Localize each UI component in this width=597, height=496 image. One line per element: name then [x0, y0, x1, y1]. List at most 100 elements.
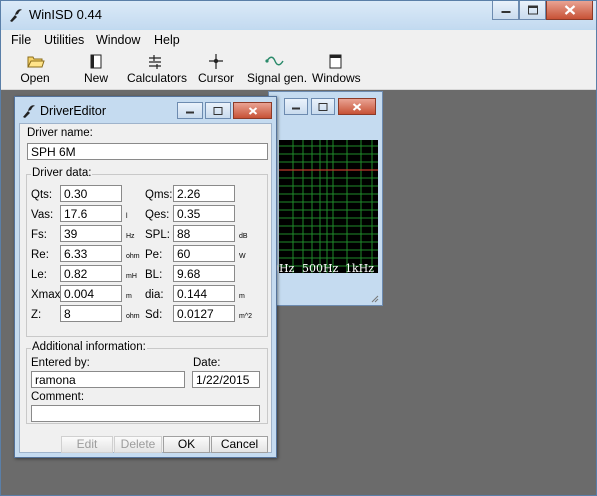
folder-open-icon: [27, 56, 45, 68]
close-icon: [248, 106, 257, 115]
spl-label: SPL:: [145, 229, 170, 241]
new-button[interactable]: New: [81, 53, 111, 88]
z-unit: ohm: [126, 313, 140, 320]
pe-unit: W: [239, 253, 246, 260]
xmax-label: Xmax:: [31, 289, 64, 301]
windows-button[interactable]: Windows: [312, 53, 361, 88]
xmax-field[interactable]: 0.004: [60, 285, 122, 302]
qms-label: Qms:: [145, 189, 173, 201]
driver-editor-title: DriverEditor: [40, 104, 106, 118]
z-label: Z:: [31, 309, 42, 321]
cancel-button[interactable]: Cancel: [211, 436, 268, 453]
chart-plot-area: [279, 140, 378, 273]
edit-button[interactable]: Edit: [61, 436, 113, 453]
windows-icon: [329, 54, 342, 69]
calculators-button[interactable]: Calculators: [127, 53, 188, 88]
close-icon: [564, 5, 575, 15]
fs-unit: Hz: [126, 233, 135, 240]
open-button[interactable]: Open: [19, 53, 51, 88]
chart-minimize-button[interactable]: [284, 98, 308, 115]
sd-unit: m^2: [239, 313, 253, 320]
driver-name-label: Driver name:: [27, 127, 93, 139]
bl-field[interactable]: 9.68: [173, 265, 235, 282]
pe-label: Pe:: [145, 249, 163, 261]
winisd-app-icon: [10, 9, 22, 22]
new-label: New: [83, 71, 108, 85]
winisd-app-icon: [23, 105, 35, 118]
editor-maximize-button[interactable]: [205, 102, 231, 119]
chart-status-strip: [269, 290, 382, 305]
sd-label: Sd:: [145, 309, 163, 321]
calculators-label: Calculators: [127, 71, 188, 85]
driver-name-field[interactable]: SPH 6M: [27, 143, 268, 160]
ok-button[interactable]: OK: [163, 436, 210, 453]
maximize-button[interactable]: [519, 1, 546, 20]
title-bar[interactable]: WinISD 0.44: [1, 1, 596, 29]
menu-utilities[interactable]: Utilities: [44, 33, 84, 47]
vas-unit: l: [126, 213, 128, 220]
spl-field[interactable]: 88: [173, 225, 235, 242]
maximize-icon: [318, 102, 328, 111]
date-label: Date:: [193, 357, 221, 369]
toolbar: Open New Calculators Cursor Signal gen. …: [1, 50, 596, 90]
dia-label: dia:: [145, 289, 164, 301]
spl-unit: dB: [239, 233, 248, 240]
z-field[interactable]: 8: [60, 305, 122, 322]
additional-info-group: Additional information: Entered by: ramo…: [26, 341, 268, 424]
dia-field[interactable]: 0.144: [173, 285, 235, 302]
date-field[interactable]: 1/22/2015: [192, 371, 260, 388]
signal-gen-label: Signal gen.: [247, 71, 308, 85]
close-button[interactable]: [546, 1, 593, 20]
restore-icon: [527, 5, 538, 15]
editor-minimize-button[interactable]: [177, 102, 203, 119]
comment-label: Comment:: [31, 391, 85, 403]
qes-label: Qes:: [145, 209, 170, 221]
bl-label: BL:: [145, 269, 163, 281]
comment-field[interactable]: [31, 405, 260, 422]
close-icon: [352, 102, 362, 111]
qes-field[interactable]: 0.35: [173, 205, 235, 222]
signal-gen-button[interactable]: Signal gen.: [247, 53, 308, 88]
minimize-icon: [501, 11, 510, 13]
vas-field[interactable]: 17.6: [60, 205, 122, 222]
cursor-button[interactable]: Cursor: [197, 53, 235, 88]
signal-generator-icon: [265, 56, 284, 66]
vas-label: Vas:: [31, 209, 54, 221]
xmax-unit: m: [126, 293, 132, 300]
sd-field[interactable]: 0.0127: [173, 305, 235, 322]
entered-by-label: Entered by:: [31, 357, 90, 369]
le-unit: mH: [126, 273, 137, 280]
le-field[interactable]: 0.82: [60, 265, 122, 282]
le-label: Le:: [31, 269, 47, 281]
new-document-icon: [90, 54, 102, 69]
minimize-button[interactable]: [492, 1, 519, 20]
additional-info-label: Additional information:: [31, 341, 147, 353]
menu-file[interactable]: File: [11, 33, 31, 47]
menu-help[interactable]: Help: [154, 33, 180, 47]
driver-editor-body: Driver name: SPH 6M Driver data: Qts: 0.…: [19, 123, 272, 453]
fs-field[interactable]: 39: [60, 225, 122, 242]
driver-editor-window: DriverEditor Driver name: SPH 6M Driver …: [14, 96, 277, 458]
calculator-icon: [149, 55, 161, 69]
entered-by-field[interactable]: ramona: [31, 371, 185, 388]
chart-maximize-button[interactable]: [311, 98, 335, 115]
open-label: Open: [20, 71, 50, 85]
driver-data-group: Driver data: Qts: 0.30 Vas: 17.6 l Fs: 3…: [26, 167, 268, 337]
re-unit: ohm: [126, 253, 140, 260]
qms-field[interactable]: 2.26: [173, 185, 235, 202]
qts-field[interactable]: 0.30: [60, 185, 122, 202]
editor-close-button[interactable]: [233, 102, 272, 119]
pe-field[interactable]: 60: [173, 245, 235, 262]
qts-label: Qts:: [31, 189, 53, 201]
dia-unit: m: [239, 293, 245, 300]
menu-window[interactable]: Window: [96, 33, 140, 47]
windows-label: Windows: [312, 71, 361, 85]
chart-x-axis-ticks: 0Hz 500Hz 1kHz: [272, 262, 382, 278]
re-field[interactable]: 6.33: [60, 245, 122, 262]
chart-grid: [279, 140, 378, 273]
resize-grip-icon[interactable]: [369, 293, 379, 303]
chart-tick-label: 500Hz: [302, 262, 339, 275]
delete-button[interactable]: Delete: [114, 436, 162, 453]
chart-close-button[interactable]: [338, 98, 376, 115]
chart-tick-label: 1kHz: [345, 262, 375, 275]
